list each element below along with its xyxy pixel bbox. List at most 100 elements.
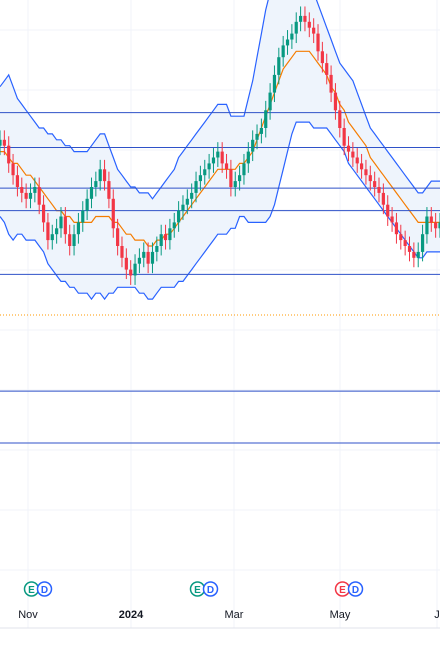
candle-body: [381, 192, 385, 205]
candle-body: [368, 175, 372, 182]
candle-body: [346, 145, 351, 152]
candle-body: [33, 187, 37, 193]
candle-body: [355, 157, 359, 164]
marker-letter: D: [207, 585, 214, 596]
candle-body: [211, 157, 216, 164]
candle-body: [194, 181, 198, 193]
candle-body: [185, 198, 189, 205]
candle-body: [294, 21, 298, 34]
candle-body: [342, 128, 346, 146]
candle-body: [420, 234, 425, 252]
candle-body: [229, 169, 233, 187]
candle-body: [76, 222, 81, 235]
candle-body: [155, 246, 159, 252]
x-tick-label: May: [330, 609, 351, 621]
candle-body: [403, 240, 407, 246]
candle-body: [233, 181, 237, 187]
candle-body: [203, 169, 207, 176]
candle-body: [246, 151, 250, 164]
candle-body: [15, 175, 20, 187]
candle-body: [377, 187, 381, 193]
candle-body: [63, 216, 67, 235]
candle-body: [98, 169, 102, 182]
candle-body: [412, 251, 416, 258]
candle-body: [316, 33, 320, 52]
candle-body: [416, 251, 420, 258]
bollinger-bands: [0, 0, 440, 301]
marker-letter: E: [28, 585, 35, 596]
candle-body: [7, 145, 11, 164]
candle-body: [434, 222, 438, 229]
x-tick-label: Nov: [18, 609, 38, 621]
candle-body: [359, 163, 364, 170]
candle-body: [290, 33, 294, 40]
candle-body: [333, 92, 338, 111]
candle-body: [120, 246, 124, 258]
candle-body: [285, 39, 290, 46]
candle-body: [386, 204, 390, 217]
candle-body: [55, 228, 59, 235]
candle-body: [242, 163, 246, 176]
candle-body: [207, 163, 211, 170]
candle-body: [168, 228, 172, 241]
marker-letter: E: [194, 585, 201, 596]
time-axis: Nov 2024 Mar May J: [0, 609, 440, 629]
candle-body: [181, 204, 185, 211]
candle-body: [268, 92, 272, 111]
candle-body: [259, 128, 263, 134]
candle-body: [216, 151, 220, 158]
marker-letter: D: [41, 585, 48, 596]
marker-letter: D: [352, 585, 359, 596]
x-tick-label: 2024: [119, 609, 144, 621]
candle-body: [198, 175, 202, 182]
candle-body: [425, 216, 429, 235]
candle-body: [59, 216, 63, 229]
earnings-dividend-marker[interactable]: ED: [23, 581, 53, 597]
price-chart[interactable]: EDEDED Nov 2024 Mar May J: [0, 0, 440, 660]
candle-body: [329, 74, 333, 93]
candle-body: [0, 139, 2, 146]
earnings-dividend-marker[interactable]: ED: [334, 581, 364, 597]
candle-body: [190, 192, 194, 199]
candle-body: [338, 110, 342, 128]
earnings-markers[interactable]: EDEDED: [23, 581, 364, 597]
candle-body: [281, 45, 285, 58]
candle-body: [159, 234, 163, 246]
candle-body: [364, 169, 368, 176]
candle-body: [407, 246, 412, 252]
candle-body: [390, 216, 394, 223]
candle-body: [163, 234, 168, 241]
candle-body: [150, 251, 155, 264]
candle-body: [107, 181, 111, 199]
candle-body: [46, 222, 50, 241]
candle-body: [251, 139, 255, 152]
candle-body: [137, 257, 142, 264]
candle-body: [20, 187, 24, 193]
candle-body: [11, 163, 15, 176]
candle-body: [238, 175, 242, 182]
candle-body: [41, 204, 46, 223]
candle-body: [303, 15, 307, 22]
candle-body: [89, 187, 94, 199]
candle-body: [272, 74, 277, 93]
x-tick-label: Mar: [225, 609, 244, 621]
chart-grid: [0, 0, 440, 628]
marker-letter: E: [339, 585, 346, 596]
candle-body: [172, 222, 176, 229]
candle-body: [102, 169, 107, 182]
earnings-dividend-marker[interactable]: ED: [189, 581, 219, 597]
candle-body: [85, 198, 89, 211]
candle-body: [177, 210, 181, 223]
candle-body: [50, 234, 54, 241]
candle-body: [81, 210, 85, 223]
candle-body: [72, 234, 76, 246]
candle-body: [146, 251, 150, 264]
candle-body: [2, 139, 6, 146]
candle-body: [37, 187, 41, 205]
candle-body: [111, 198, 115, 229]
candle-body: [129, 269, 133, 276]
x-tick-label: J: [434, 609, 440, 621]
candle-body: [264, 110, 268, 128]
candle-body: [351, 151, 355, 158]
candle-body: [142, 251, 146, 258]
